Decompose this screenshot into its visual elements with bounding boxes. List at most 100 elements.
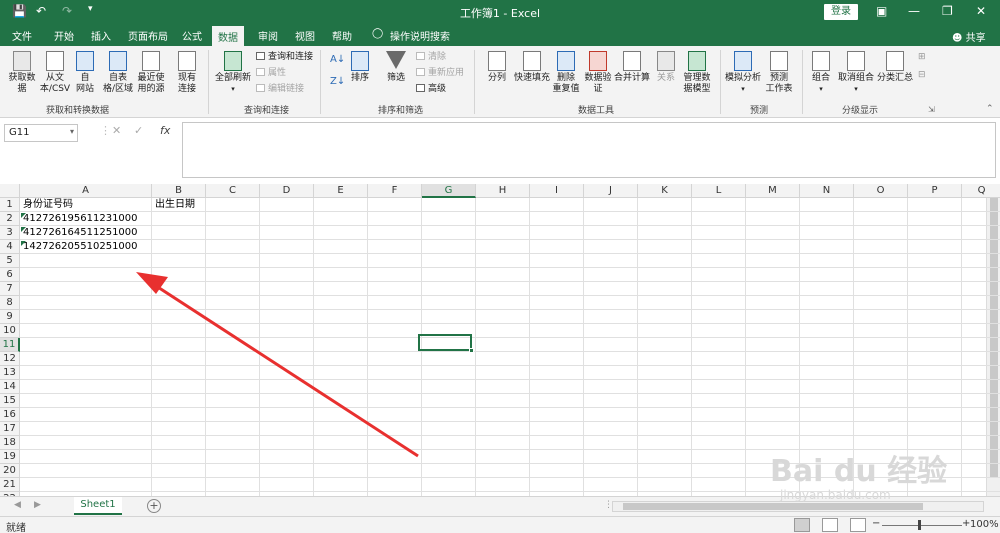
scroll-thumb[interactable]	[990, 198, 998, 478]
from-table-button[interactable]: 自表 格/区域	[100, 51, 136, 95]
tab-page-layout[interactable]: 页面布局	[128, 28, 168, 43]
reapply-button[interactable]: 重新应用	[416, 68, 464, 79]
login-button[interactable]: 登录	[824, 4, 858, 20]
relationships-button[interactable]: 关系	[654, 51, 678, 84]
tab-formulas[interactable]: 公式	[182, 28, 202, 43]
drag-handle-icon[interactable]: ⋮	[100, 124, 111, 137]
sheet-tab-sheet1[interactable]: Sheet1	[74, 497, 122, 515]
error-indicator-icon[interactable]	[21, 213, 26, 218]
insert-function-icon[interactable]: fx	[160, 124, 170, 137]
group-button[interactable]: 组合 ▾	[808, 51, 834, 95]
clear-button[interactable]: 清除	[416, 52, 446, 63]
tell-me-search[interactable]: 操作说明搜索	[390, 28, 450, 43]
row-header-8[interactable]: 8	[0, 296, 20, 310]
advanced-button[interactable]: 高级	[416, 84, 446, 95]
consolidate-button[interactable]: 合并计算	[614, 51, 650, 84]
next-sheet-icon[interactable]: ▶	[34, 500, 41, 510]
name-box[interactable]: G11 ▾	[4, 124, 78, 142]
column-header-m[interactable]: M	[746, 184, 800, 198]
from-text-button[interactable]: 从文 本/CSV	[38, 51, 72, 95]
edit-links-button[interactable]: 编辑链接	[256, 84, 304, 95]
close-icon[interactable]: ✕	[976, 4, 986, 18]
enter-icon[interactable]: ✓	[134, 124, 143, 137]
tab-home[interactable]: 开始	[54, 28, 74, 43]
ungroup-button[interactable]: 取消组合 ▾	[836, 51, 876, 95]
row-header-16[interactable]: 16	[0, 408, 20, 422]
tab-review[interactable]: 审阅	[258, 28, 278, 43]
row-header-3[interactable]: 3	[0, 226, 20, 240]
row-header-12[interactable]: 12	[0, 352, 20, 366]
properties-button[interactable]: 属性	[256, 68, 286, 79]
from-web-button[interactable]: 自 网站	[74, 51, 96, 95]
column-header-j[interactable]: J	[584, 184, 638, 198]
select-all-button[interactable]	[0, 184, 20, 198]
column-header-i[interactable]: I	[530, 184, 584, 198]
prev-sheet-icon[interactable]: ◀	[14, 500, 21, 510]
remove-duplicates-button[interactable]: 删除 重复值	[552, 51, 580, 95]
row-header-14[interactable]: 14	[0, 380, 20, 394]
column-header-g[interactable]: G	[422, 184, 476, 198]
column-header-c[interactable]: C	[206, 184, 260, 198]
page-layout-view-icon[interactable]	[822, 518, 838, 532]
cell-b1[interactable]: 出生日期	[152, 198, 195, 212]
row-header-19[interactable]: 19	[0, 450, 20, 464]
dialog-launcher-icon[interactable]: ⇲	[928, 104, 935, 115]
column-header-a[interactable]: A	[20, 184, 152, 198]
cell-a3[interactable]: 412726164511251000	[20, 226, 138, 240]
tab-help[interactable]: 帮助	[332, 28, 352, 43]
page-break-view-icon[interactable]	[850, 518, 866, 532]
row-header-17[interactable]: 17	[0, 422, 20, 436]
zoom-slider-thumb[interactable]	[918, 520, 921, 530]
get-data-button[interactable]: 获取数 据	[4, 51, 40, 95]
zoom-slider[interactable]	[882, 525, 962, 526]
active-cell-g11[interactable]	[418, 334, 474, 353]
add-sheet-button[interactable]: +	[147, 499, 161, 513]
row-header-20[interactable]: 20	[0, 464, 20, 478]
subtotal-button[interactable]: 分类汇总	[876, 51, 914, 84]
row-header-7[interactable]: 7	[0, 282, 20, 296]
tab-view[interactable]: 视图	[295, 28, 315, 43]
error-indicator-icon[interactable]	[21, 227, 26, 232]
hide-detail-icon[interactable]: ⊟	[918, 70, 926, 81]
column-header-h[interactable]: H	[476, 184, 530, 198]
normal-view-icon[interactable]	[794, 518, 810, 532]
restore-icon[interactable]: ❐	[942, 4, 953, 18]
row-header-21[interactable]: 21	[0, 478, 20, 492]
filter-button[interactable]: 筛选	[384, 51, 408, 84]
minimize-icon[interactable]: —	[908, 4, 920, 18]
scroll-thumb[interactable]	[623, 503, 923, 510]
existing-connections-button[interactable]: 现有 连接	[174, 51, 200, 95]
collapse-ribbon-icon[interactable]: ⌃	[986, 104, 994, 115]
column-header-f[interactable]: F	[368, 184, 422, 198]
text-to-columns-button[interactable]: 分列	[486, 51, 508, 84]
forecast-sheet-button[interactable]: 预测 工作表	[764, 51, 794, 95]
row-header-1[interactable]: 1	[0, 198, 20, 212]
horizontal-scrollbar[interactable]	[612, 501, 984, 512]
cancel-icon[interactable]: ✕	[112, 124, 121, 137]
show-detail-icon[interactable]: ⊞	[918, 52, 926, 63]
fill-handle[interactable]	[469, 348, 474, 353]
column-header-e[interactable]: E	[314, 184, 368, 198]
sort-button[interactable]: 排序	[348, 51, 372, 84]
flash-fill-button[interactable]: 快速填充	[514, 51, 550, 84]
what-if-button[interactable]: 模拟分析 ▾	[724, 51, 762, 95]
ribbon-display-icon[interactable]: ▣	[876, 4, 887, 18]
row-header-2[interactable]: 2	[0, 212, 20, 226]
share-button[interactable]: ☻ 共享	[952, 29, 986, 44]
chevron-down-icon[interactable]: ▾	[70, 127, 74, 136]
column-header-d[interactable]: D	[260, 184, 314, 198]
row-header-13[interactable]: 13	[0, 366, 20, 380]
row-header-18[interactable]: 18	[0, 436, 20, 450]
column-header-p[interactable]: P	[908, 184, 962, 198]
row-header-15[interactable]: 15	[0, 394, 20, 408]
zoom-out-icon[interactable]: −	[872, 518, 880, 529]
cell-a4[interactable]: 142726205510251000	[20, 240, 138, 254]
refresh-all-button[interactable]: 全部刷新 ▾	[212, 51, 254, 95]
tab-insert[interactable]: 插入	[91, 28, 111, 43]
column-header-l[interactable]: L	[692, 184, 746, 198]
data-model-button[interactable]: 管理数 据模型	[682, 51, 712, 95]
cell-a1[interactable]: 身份证号码	[20, 198, 73, 212]
row-header-4[interactable]: 4	[0, 240, 20, 254]
tab-file[interactable]: 文件	[12, 28, 32, 43]
sort-asc-icon[interactable]: A↓	[330, 54, 345, 65]
